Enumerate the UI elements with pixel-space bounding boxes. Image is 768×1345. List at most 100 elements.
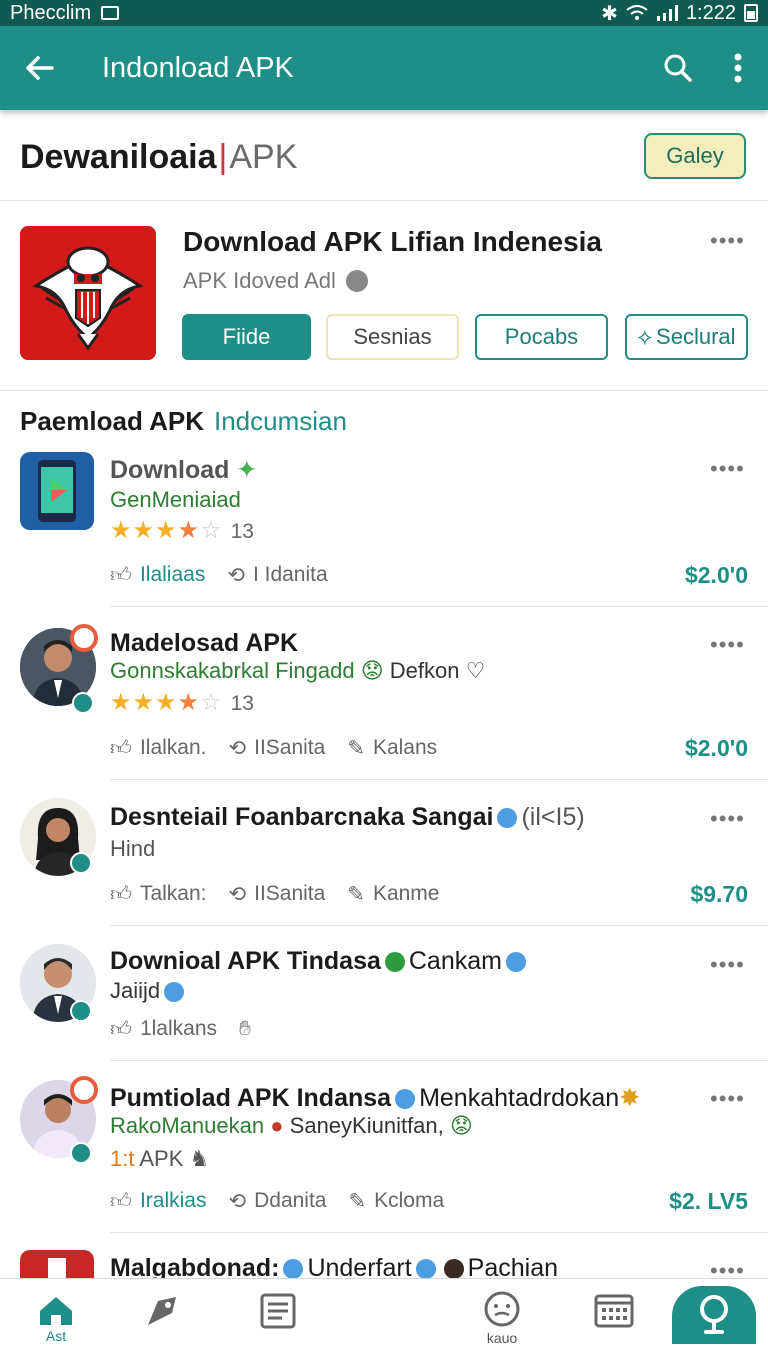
repost-button[interactable]: ⟲ IISanita	[229, 882, 326, 907]
item-price: $9.70	[690, 881, 748, 907]
item-title: Pumtiolad APK Indansa Menkahtadrdokan✸	[110, 1083, 640, 1113]
repost-icon: ⟲	[227, 563, 245, 587]
eagle-emblem-icon	[32, 246, 144, 351]
item-title-suffix: Underfart	[307, 1254, 412, 1278]
thumbs-up-icon: 👍︎	[110, 883, 132, 906]
rating-stars: ★★★★☆ 13	[110, 517, 254, 544]
item-title-suffix: (il<I5)	[521, 803, 585, 831]
more-horizontal-icon[interactable]: ••••	[710, 632, 745, 658]
search-icon	[664, 54, 692, 82]
verified-icon	[164, 982, 185, 1003]
person-icon	[443, 1259, 464, 1278]
divider	[110, 1060, 768, 1061]
back-button[interactable]	[0, 52, 80, 84]
item-subtitle-text: Hind	[110, 836, 156, 861]
rating-stars: ★★★★☆ 13	[110, 689, 254, 716]
repost-button[interactable]: ⟲ Ddanita	[228, 1189, 326, 1214]
item-subtitle-dark: Defkon	[389, 658, 460, 683]
search-button[interactable]	[648, 52, 708, 84]
item-actions: 👍︎ Iralkias ⟲ Ddanita ✎ Kcloma	[110, 1188, 466, 1214]
item-title-suffix: Menkahtadrdokan	[419, 1084, 620, 1112]
calendar-grid-icon	[594, 1294, 634, 1328]
nav-tag[interactable]	[124, 1279, 204, 1345]
thumbs-up-icon: 👍︎	[110, 564, 132, 587]
signal-icon	[656, 5, 678, 21]
gallery-button[interactable]: Galey	[644, 133, 746, 179]
magnifier-icon	[700, 1295, 728, 1334]
item-title: Downioal APK Tindasa Cankam	[110, 947, 530, 976]
divider	[110, 606, 768, 607]
item-subtitle: Jaiijd	[110, 978, 188, 1004]
divider	[110, 1232, 768, 1233]
more-horizontal-icon[interactable]: ••••	[710, 228, 745, 254]
app-title: Indonload APK	[102, 51, 294, 84]
featured-button-1[interactable]: Fiide	[182, 314, 311, 360]
search-fab[interactable]	[672, 1286, 756, 1344]
overflow-menu-button[interactable]	[708, 52, 768, 84]
featured-app-title: Download APK Lifian Indenesia	[183, 226, 603, 257]
item-title-text: Download	[110, 456, 230, 484]
clap-button[interactable]: ✋︎	[239, 1017, 251, 1041]
bluetooth-icon: ✱	[601, 2, 618, 25]
nav-home[interactable]: Ast	[16, 1279, 96, 1345]
brand-light: APK	[229, 138, 298, 176]
item-subtitle-dark: SaneyKiunitfan,	[289, 1113, 444, 1138]
edit-button[interactable]: ✎ Kcloma	[348, 1189, 444, 1214]
like-label: Iralkias	[139, 1189, 207, 1212]
featured-app-icon[interactable]	[20, 226, 156, 360]
section-title-accent[interactable]: Indcumsian	[214, 406, 347, 436]
item-price: $2.0'0	[684, 562, 748, 588]
repost-button[interactable]: ⟲ I Idanita	[227, 563, 327, 588]
more-horizontal-icon[interactable]: ••••	[710, 806, 745, 832]
item-actions: 👍︎ Talkan: ⟲ IISanita ✎ Kanme	[110, 881, 461, 907]
featured-button-3[interactable]: Pocabs	[475, 314, 608, 360]
app-icon	[20, 452, 94, 530]
app-icon	[20, 1250, 94, 1278]
like-button[interactable]: 👍︎ Talkan:	[110, 881, 207, 907]
more-vertical-icon	[734, 53, 742, 83]
featured-button-2[interactable]: Sesnias	[326, 314, 459, 360]
home-icon	[40, 1297, 72, 1325]
verified-icon	[384, 952, 405, 973]
repost-label: IISanita	[254, 882, 326, 905]
repost-label: Ddanita	[254, 1189, 327, 1212]
edit-button[interactable]: ✎ Kalans	[347, 736, 437, 761]
more-horizontal-icon[interactable]: ••••	[710, 952, 745, 978]
repost-button[interactable]: ⟲ IISanita	[229, 736, 326, 761]
sad-emoji-icon: 😟	[449, 1113, 473, 1138]
like-label: 1lalkans	[139, 1017, 218, 1040]
nav-face[interactable]: kauo	[462, 1279, 542, 1345]
status-ring-badge	[70, 1076, 98, 1104]
more-horizontal-icon[interactable]: ••••	[710, 456, 745, 482]
status-ring-badge	[70, 624, 98, 652]
verified-icon	[505, 952, 526, 973]
like-button[interactable]: 👍︎ Iralkias	[110, 1188, 206, 1214]
document-list-icon	[260, 1293, 296, 1329]
document-icon	[48, 1258, 66, 1278]
arrow-left-icon	[26, 56, 54, 80]
nav-calendar[interactable]	[574, 1279, 654, 1345]
like-label: Ilaliaas	[139, 563, 206, 586]
item-subtitle: Hind	[110, 836, 155, 862]
like-button[interactable]: 👍︎ Ilalkan.	[110, 735, 207, 761]
item-title-text: Malgabdonad:	[110, 1254, 280, 1278]
verified-badge	[72, 692, 94, 714]
featured-button-4[interactable]: ⟡ Seclural	[625, 314, 748, 360]
item-title: Malgabdonad: Underfart Pachian	[110, 1254, 558, 1278]
item-subtitle: Gonnskakabrkal Fingadd 😟 Defkon ♡	[110, 658, 485, 684]
repost-icon: ⟲	[228, 736, 247, 760]
sparkle-icon: ✸	[619, 1084, 641, 1112]
item-title-suffix: Cankam	[408, 947, 502, 975]
edit-button[interactable]: ✎ Kanme	[347, 882, 439, 907]
carrier-label: Phecclim	[10, 1, 92, 24]
featured-app-subtitle: APK Idoved Adl	[183, 268, 368, 294]
runner-icon: ⟡	[637, 324, 653, 349]
nav-document[interactable]	[238, 1279, 318, 1345]
like-button[interactable]: 👍︎ 1lalkans	[110, 1016, 217, 1042]
verified-badge	[70, 1142, 92, 1164]
like-button[interactable]: 👍︎ Ilaliaas	[110, 562, 205, 588]
featured-subtitle-text: APK Idoved Adl	[183, 268, 336, 293]
battery-icon	[744, 4, 758, 22]
more-horizontal-icon[interactable]: ••••	[710, 1086, 745, 1112]
item-subtitle-text: Jaiijd	[110, 978, 161, 1003]
